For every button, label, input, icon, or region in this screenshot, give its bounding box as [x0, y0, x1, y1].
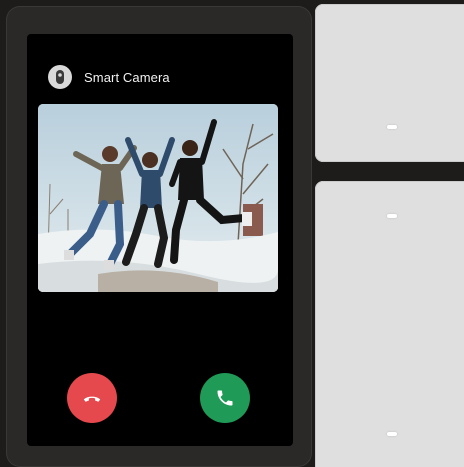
- panel-indicator: [387, 214, 397, 218]
- phone-icon: [217, 390, 233, 406]
- wall-panel-bottom: [315, 181, 464, 467]
- device-screen: Smart Camera: [27, 34, 293, 446]
- decline-call-button[interactable]: [67, 373, 117, 423]
- panel-indicator: [387, 432, 397, 436]
- phone-hangup-icon: [83, 396, 101, 402]
- accept-call-button[interactable]: [200, 373, 250, 423]
- scene: Smart Camera: [0, 0, 464, 467]
- live-camera-snapshot: [38, 104, 278, 292]
- call-header: Smart Camera: [48, 65, 170, 89]
- device-title: Smart Camera: [84, 69, 170, 85]
- wall-panel-top: [315, 4, 464, 162]
- smart-display-device: Smart Camera: [6, 6, 312, 467]
- panel-indicator: [387, 125, 397, 129]
- camera-lens-icon: [48, 65, 72, 89]
